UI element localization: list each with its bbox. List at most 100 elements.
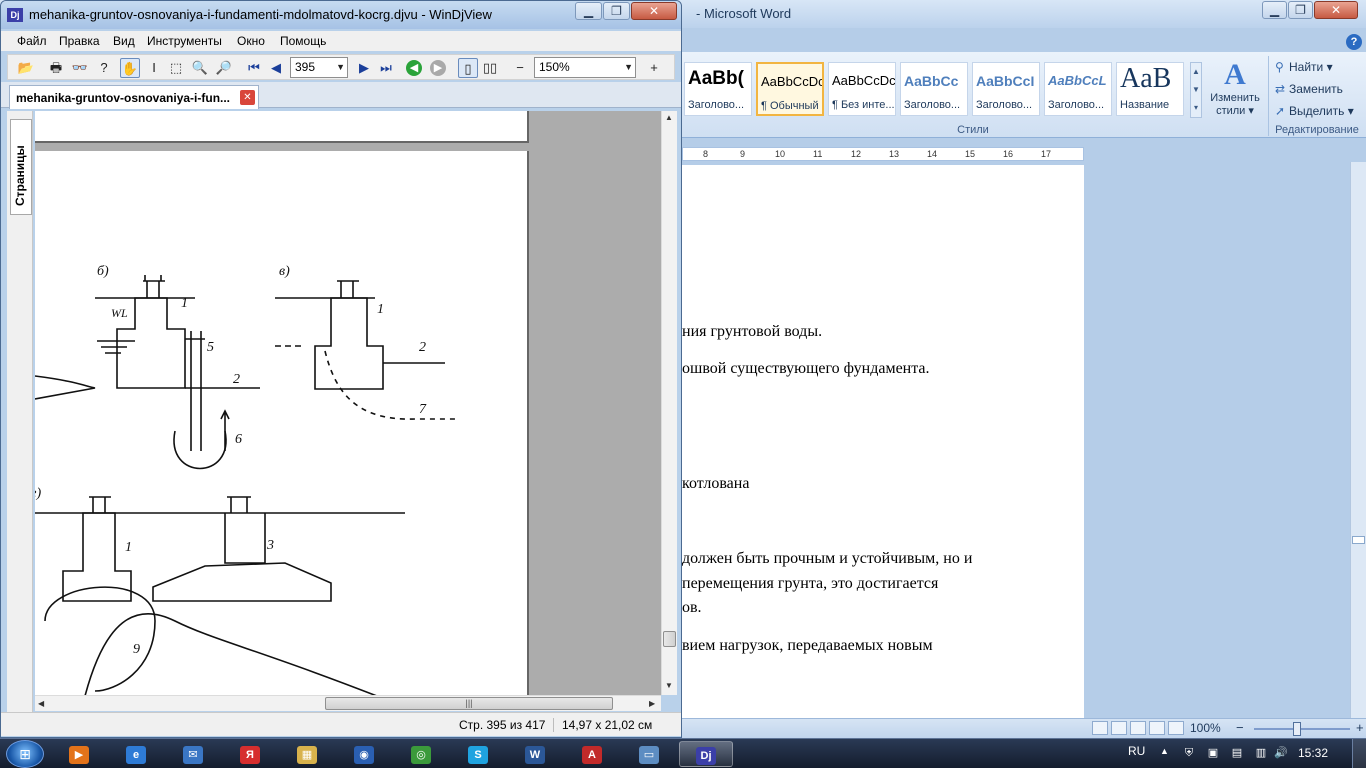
document-tab[interactable]: mehanika-gruntov-osnovaniya-i-fun... ✕: [9, 85, 259, 109]
two-pages-icon[interactable]: ▯▯: [480, 58, 500, 78]
scroll-left-icon[interactable]: ◀: [38, 699, 44, 708]
text-select-icon[interactable]: I: [144, 58, 164, 78]
style-normal[interactable]: AaBbCcDc ¶ Обычный: [756, 62, 824, 116]
word-close-button[interactable]: ✕: [1314, 1, 1358, 19]
word-minimize-button[interactable]: ▁: [1262, 1, 1287, 19]
windjview-app-icon[interactable]: Dj: [7, 8, 23, 22]
zoom-tool-icon[interactable]: 🔍: [190, 58, 210, 78]
windjview-minimize-button[interactable]: ▁: [575, 2, 602, 20]
taskbar-acrobat-button[interactable]: A: [565, 741, 619, 767]
replace-button[interactable]: ⇄ Заменить: [1275, 82, 1343, 100]
style-title[interactable]: AaB Название: [1116, 62, 1184, 116]
print-icon[interactable]: 🖶: [46, 58, 66, 78]
windjview-close-button[interactable]: ✕: [631, 2, 677, 20]
word-vertical-scrollbar[interactable]: [1350, 162, 1366, 718]
taskbar-chrome-alt-button[interactable]: ◉: [337, 741, 391, 767]
draft-view-button[interactable]: [1168, 721, 1184, 735]
language-indicator[interactable]: RU: [1128, 744, 1145, 758]
pages-side-tab[interactable]: Страницы: [10, 119, 32, 215]
style-heading-2[interactable]: AaBbCc Заголово...: [900, 62, 968, 116]
style-heading-3[interactable]: AaBbCcI Заголово...: [972, 62, 1040, 116]
hand-tool-icon[interactable]: ✋: [120, 58, 140, 78]
document-viewport[interactable]: б) в) 1 1 WL 5 2 2 6 7 1 3 9 г): [35, 111, 661, 695]
horizontal-ruler[interactable]: 8 9 10 11 12 13 14 15 16 17: [682, 147, 1084, 161]
tray-app-icon[interactable]: ▣: [1206, 746, 1220, 760]
back-icon[interactable]: ◀: [406, 60, 422, 76]
zoom-out-button[interactable]: −: [1236, 720, 1244, 735]
menu-file[interactable]: Файл: [17, 34, 47, 48]
show-desktop-button[interactable]: [1352, 739, 1366, 768]
clock[interactable]: 15:32: [1298, 746, 1328, 760]
chevron-down-icon[interactable]: ▼: [624, 58, 633, 77]
last-page-icon[interactable]: ⏭: [376, 58, 396, 78]
zoom-out-icon[interactable]: −: [510, 58, 530, 78]
rect-select-icon[interactable]: ⬚: [166, 58, 186, 78]
chevron-down-icon[interactable]: ▼: [1191, 81, 1201, 99]
menu-edit[interactable]: Правка: [59, 34, 100, 48]
taskbar-window-switcher-button[interactable]: ▭: [622, 741, 676, 767]
horizontal-scroll-thumb[interactable]: |||: [325, 697, 613, 710]
forward-icon[interactable]: ▶: [430, 60, 446, 76]
horizontal-scrollbar[interactable]: ◀ ||| ▶: [35, 695, 661, 711]
more-icon[interactable]: ▾: [1191, 99, 1201, 117]
find-button[interactable]: ⚲ Найти ▾: [1275, 60, 1333, 78]
tray-expand-icon[interactable]: ▲: [1160, 746, 1169, 756]
zoom-in-button[interactable]: +: [1356, 720, 1364, 735]
start-button[interactable]: ⊞: [6, 740, 44, 768]
taskbar-windjview-button[interactable]: Dj: [679, 741, 733, 767]
taskbar-chrome-button[interactable]: ◎: [394, 741, 448, 767]
fit-page-icon[interactable]: ▯: [458, 58, 478, 78]
menu-help[interactable]: Помощь: [280, 34, 326, 48]
outline-view-button[interactable]: [1149, 721, 1165, 735]
taskbar-media-player-button[interactable]: ▶: [52, 741, 106, 767]
web-layout-view-button[interactable]: [1130, 721, 1146, 735]
vertical-scroll-thumb[interactable]: [663, 631, 676, 647]
find-icon[interactable]: 👓: [70, 58, 90, 78]
style-no-spacing[interactable]: AaBbCcDc ¶ Без инте...: [828, 62, 896, 116]
zoom-slider-knob[interactable]: [1293, 722, 1301, 736]
style-heading-1[interactable]: AaBb( Заголово...: [684, 62, 752, 116]
zoom-in-icon[interactable]: +: [644, 58, 664, 78]
taskbar-mail-button[interactable]: ✉: [166, 741, 220, 767]
prev-page-icon[interactable]: ◀: [266, 58, 286, 78]
menu-view[interactable]: Вид: [113, 34, 135, 48]
document-page[interactable]: ния грунтовой воды. ошвой существующего …: [682, 165, 1084, 718]
scroll-thumb[interactable]: [1352, 536, 1365, 544]
vertical-scrollbar[interactable]: ▲ ▼: [661, 111, 677, 695]
taskbar-yandex-browser-button[interactable]: Я: [223, 741, 277, 767]
change-styles-button[interactable]: A Изменить стили ▾: [1204, 56, 1266, 122]
volume-icon[interactable]: 🔊: [1274, 746, 1288, 760]
taskbar-file-explorer-button[interactable]: ▦: [280, 741, 334, 767]
first-page-icon[interactable]: ⏮: [244, 58, 264, 78]
chevron-down-icon[interactable]: ▼: [336, 58, 345, 77]
action-center-icon[interactable]: ▥: [1254, 746, 1268, 760]
full-screen-view-button[interactable]: [1111, 721, 1127, 735]
menu-tools[interactable]: Инструменты: [147, 34, 222, 48]
magnifier-icon[interactable]: 🔎: [214, 58, 234, 78]
scroll-up-icon[interactable]: ▲: [665, 113, 673, 122]
word-maximize-button[interactable]: ❐: [1288, 1, 1313, 19]
help-icon[interactable]: ?: [1346, 34, 1362, 50]
styles-gallery-scroll[interactable]: ▲ ▼ ▾: [1190, 62, 1202, 118]
windjview-maximize-button[interactable]: ❐: [603, 2, 630, 20]
taskbar-internet-explorer-button[interactable]: e: [109, 741, 163, 767]
open-icon[interactable]: 📂: [16, 58, 36, 78]
tray-app-icon[interactable]: ⛨: [1182, 746, 1196, 760]
style-heading-4[interactable]: AaBbCcL Заголово...: [1044, 62, 1112, 116]
zoom-slider[interactable]: [1254, 722, 1350, 736]
help-icon[interactable]: ?: [94, 58, 114, 78]
taskbar-word-button[interactable]: W: [508, 741, 562, 767]
menu-window[interactable]: Окно: [237, 34, 265, 48]
chevron-up-icon[interactable]: ▲: [1191, 63, 1201, 81]
next-page-icon[interactable]: ▶: [354, 58, 374, 78]
zoom-combo[interactable]: 150% ▼: [534, 57, 636, 78]
taskbar-skype-button[interactable]: S: [451, 741, 505, 767]
scroll-down-icon[interactable]: ▼: [665, 681, 673, 690]
zoom-level[interactable]: 100%: [1190, 721, 1221, 735]
network-icon[interactable]: ▤: [1230, 746, 1244, 760]
page-number-combo[interactable]: 395 ▼: [290, 57, 348, 78]
print-layout-view-button[interactable]: [1092, 721, 1108, 735]
scroll-right-icon[interactable]: ▶: [649, 699, 655, 708]
select-button[interactable]: ➚ Выделить ▾: [1275, 104, 1354, 122]
close-icon[interactable]: ✕: [240, 90, 255, 105]
